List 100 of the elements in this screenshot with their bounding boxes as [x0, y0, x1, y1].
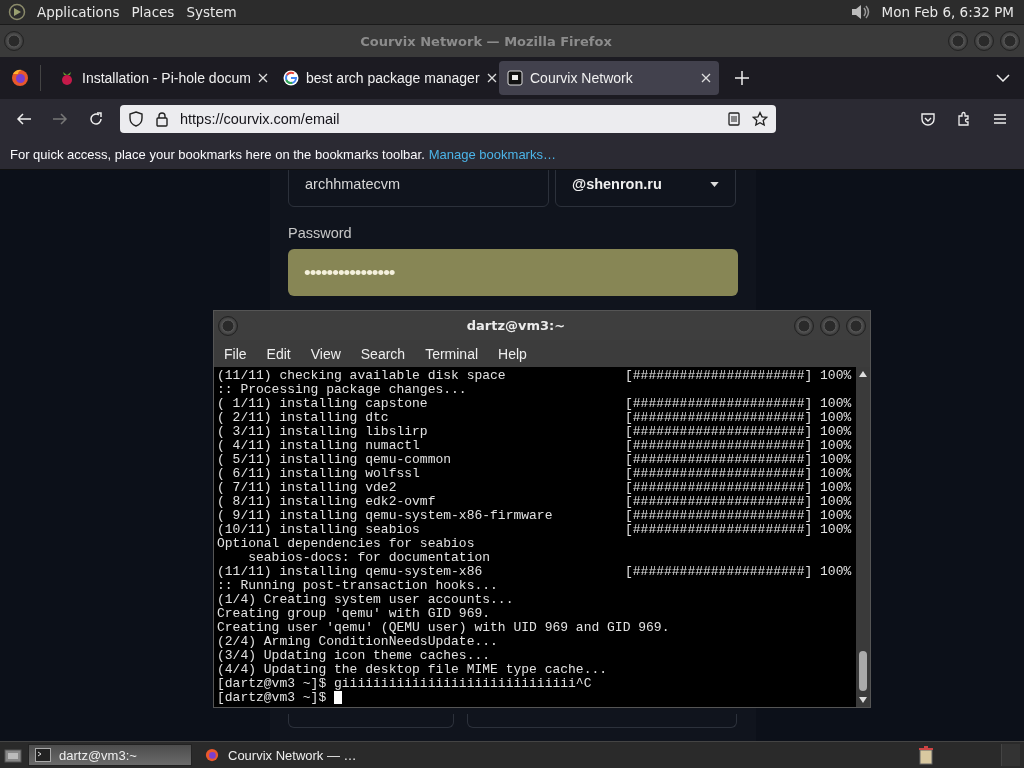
terminal-line: [dartz@vm3 ~]$ giiiiiiiiiiiiiiiiiiiiiiiiiiiiii^C: [217, 677, 592, 691]
panel-menu[interactable]: Applications: [36, 4, 121, 20]
percent-text: 100%: [820, 495, 852, 509]
terminal-line: (11/11) installing qemu-system-x86: [217, 565, 484, 579]
menu-item[interactable]: Edit: [266, 345, 291, 362]
browser-tab[interactable]: best arch package manager: [275, 61, 495, 95]
percent-text: 100%: [820, 425, 852, 439]
close-icon[interactable]: [257, 73, 268, 83]
google-icon: [283, 70, 299, 86]
browser-tab[interactable]: Installation - Pi-hole docum: [51, 61, 271, 95]
manage-bookmarks-link[interactable]: Manage bookmarks…: [428, 146, 556, 162]
username-field[interactable]: archhmatecvm: [288, 170, 549, 207]
reader-view-icon[interactable]: [726, 111, 742, 127]
caret-icon: [710, 181, 719, 187]
progress-text: [######################]: [625, 523, 813, 537]
terminal-icon: [35, 748, 51, 762]
progress-text: [######################]: [625, 411, 813, 425]
terminal-line: ( 8/11) installing edk2-ovmf: [217, 495, 437, 509]
progress-text: [######################]: [625, 397, 813, 411]
percent-text: 100%: [820, 453, 852, 467]
reload-icon[interactable]: [88, 111, 104, 127]
terminal-line: (11/11) checking available disk space: [217, 369, 507, 383]
menu-icon[interactable]: [992, 111, 1008, 127]
input-field[interactable]: [467, 714, 737, 728]
terminal-line: :: Running post-transaction hooks...: [217, 579, 498, 593]
lock-icon[interactable]: [154, 111, 170, 127]
scroll-down-icon[interactable]: [859, 697, 867, 703]
percent-text: 100%: [820, 467, 852, 481]
terminal-line: :: Processing package changes...: [217, 383, 467, 397]
terminal-line: ( 2/11) installing dtc: [217, 411, 390, 425]
panel-menu[interactable]: System: [185, 4, 238, 20]
close-icon[interactable]: [701, 73, 711, 83]
progress-text: [######################]: [625, 453, 813, 467]
star-icon[interactable]: [752, 111, 768, 127]
terminal-line: ( 9/11) installing qemu-system-x86-firmware: [217, 509, 554, 523]
forward-icon[interactable]: [52, 111, 68, 127]
menu-item[interactable]: File: [224, 345, 247, 362]
terminal-line: ( 1/11) installing capstone: [217, 397, 429, 411]
firefox-icon[interactable]: [10, 68, 30, 88]
close-icon[interactable]: [486, 73, 497, 83]
taskbar-button[interactable]: Courvix Network — …: [198, 744, 362, 766]
speaker-icon[interactable]: [849, 2, 872, 22]
domain-select[interactable]: @shenron.ru: [555, 170, 736, 207]
shield-icon[interactable]: [128, 111, 144, 127]
password-label: Password: [288, 225, 353, 241]
panel-menu[interactable]: Places: [130, 4, 176, 20]
progress-text: [######################]: [625, 565, 813, 579]
terminal-line: (10/11) installing seabios: [217, 523, 421, 537]
new-tab-icon[interactable]: [735, 71, 749, 85]
percent-text: 100%: [820, 509, 852, 523]
terminal-line: [dartz@vm3 ~]$: [217, 691, 328, 705]
bookmarks-hint: For quick access, place your bookmarks here on the bookmarks toolbar.: [10, 146, 425, 162]
terminal-line: (1/4) Creating system user accounts...: [217, 593, 514, 607]
trash-icon[interactable]: [917, 745, 935, 765]
terminal-line: ( 7/11) installing vde2: [217, 481, 398, 495]
scroll-up-icon[interactable]: [859, 371, 867, 377]
terminal-line: seabios-docs: for documentation: [247, 551, 491, 565]
terminal-line: Creating group 'qemu' with GID 969.: [217, 607, 491, 621]
scrollbar-thumb[interactable]: [859, 651, 867, 691]
percent-text: 100%: [820, 397, 852, 411]
taskbar-button[interactable]: dartz@vm3:~: [28, 744, 192, 766]
clock[interactable]: Mon Feb 6, 6:32 PM: [881, 4, 1014, 20]
percent-text: 100%: [820, 369, 852, 383]
terminal-line: ( 6/11) installing wolfssl: [217, 467, 421, 481]
progress-text: [######################]: [625, 425, 813, 439]
browser-tab[interactable]: Courvix Network: [499, 61, 719, 95]
address-bar[interactable]: https://courvix.com/email: [120, 105, 776, 133]
percent-text: 100%: [820, 565, 852, 579]
back-icon[interactable]: [16, 111, 32, 127]
progress-text: [######################]: [625, 495, 813, 509]
terminal-line: Optional dependencies for seabios: [217, 537, 475, 551]
raspberry-icon: [59, 70, 75, 86]
progress-text: [######################]: [625, 467, 813, 481]
extensions-icon[interactable]: [956, 111, 972, 127]
firefox-icon: [204, 748, 220, 762]
progress-text: [######################]: [625, 509, 813, 523]
window-title: Courvix Network — Mozilla Firefox: [359, 33, 613, 49]
terminal-line: (4/4) Updating the desktop file MIME type cache...: [217, 663, 608, 677]
tab-list-icon[interactable]: [996, 74, 1010, 82]
scrollbar[interactable]: [856, 367, 870, 707]
progress-text: [######################]: [625, 369, 813, 383]
window-title: dartz@vm3:~: [465, 318, 567, 333]
pocket-icon[interactable]: [920, 111, 936, 127]
terminal-line: ( 4/11) installing numactl: [217, 439, 421, 453]
input-field[interactable]: [288, 714, 454, 728]
menu-item[interactable]: Search: [360, 345, 406, 362]
progress-text: [######################]: [625, 439, 813, 453]
menu-item[interactable]: View: [310, 345, 341, 362]
percent-text: 100%: [820, 523, 852, 537]
show-desktop-icon[interactable]: [4, 747, 22, 763]
workspace-switcher[interactable]: [1001, 744, 1020, 766]
site-logo-icon: [507, 70, 523, 86]
percent-text: 100%: [820, 411, 852, 425]
progress-text: [######################]: [625, 481, 813, 495]
terminal-line: (2/4) Arming ConditionNeedsUpdate...: [217, 635, 498, 649]
terminal-line: Creating user 'qemu' (QEMU user) with UID 969 and GID 969.: [217, 621, 670, 635]
terminal-line: (3/4) Updating icon theme caches...: [217, 649, 491, 663]
percent-text: 100%: [820, 439, 852, 453]
menu-item[interactable]: Help: [498, 345, 527, 362]
menu-item[interactable]: Terminal: [425, 345, 479, 362]
